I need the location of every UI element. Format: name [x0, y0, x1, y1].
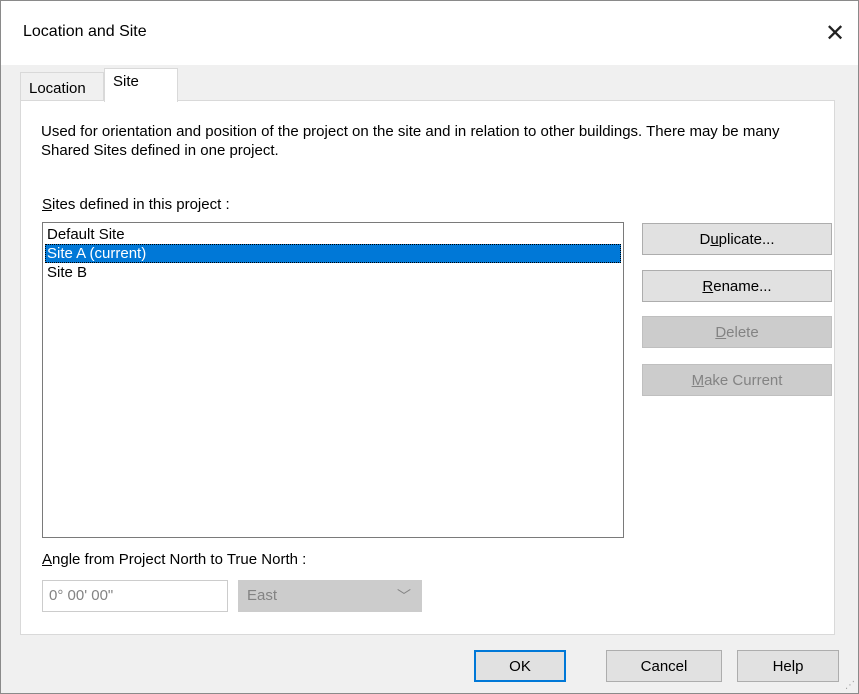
duplicate-button[interactable]: Duplicate...	[642, 223, 832, 255]
ok-button[interactable]: OK	[474, 650, 566, 682]
title-bar: Location and Site ✕	[1, 1, 858, 65]
tab-location[interactable]: Location	[20, 72, 104, 100]
chevron-down-icon: ﹀	[397, 588, 411, 604]
window-title: Location and Site	[23, 23, 147, 40]
site-description: Used for orientation and position of the…	[41, 123, 780, 159]
angle-label-text: Angle from Project North to True North :	[42, 551, 307, 568]
list-item-selected[interactable]: Site A (current)	[45, 244, 621, 263]
rename-button-label: Rename...	[702, 277, 772, 295]
resize-grip-icon[interactable]: ⋰	[845, 680, 857, 692]
list-item[interactable]: Site B	[45, 263, 621, 282]
tab-site[interactable]: Site	[104, 68, 178, 102]
direction-value: East	[247, 587, 278, 604]
cancel-button[interactable]: Cancel	[606, 650, 722, 682]
sites-list-label: Sites defined in this project :	[42, 196, 230, 213]
close-button[interactable]: ✕	[812, 1, 858, 65]
duplicate-button-label: Duplicate...	[699, 230, 775, 248]
angle-field[interactable]: 0° 00' 00"	[42, 580, 228, 612]
sites-list-label-text: ites defined in this project :	[52, 196, 230, 213]
make-current-button[interactable]: Make Current	[642, 364, 832, 396]
angle-label: Angle from Project North to True North :	[42, 551, 306, 568]
help-button[interactable]: Help	[737, 650, 839, 682]
list-item[interactable]: Default Site	[45, 225, 621, 244]
direction-select[interactable]: East ﹀	[238, 580, 422, 612]
rename-button[interactable]: Rename...	[642, 270, 832, 302]
delete-button-label: Delete	[715, 323, 759, 341]
close-icon: ✕	[824, 19, 846, 47]
sites-listbox[interactable]: Default Site Site A (current) Site B	[42, 222, 624, 538]
delete-button[interactable]: Delete	[642, 316, 832, 348]
make-current-button-label: Make Current	[691, 371, 783, 389]
